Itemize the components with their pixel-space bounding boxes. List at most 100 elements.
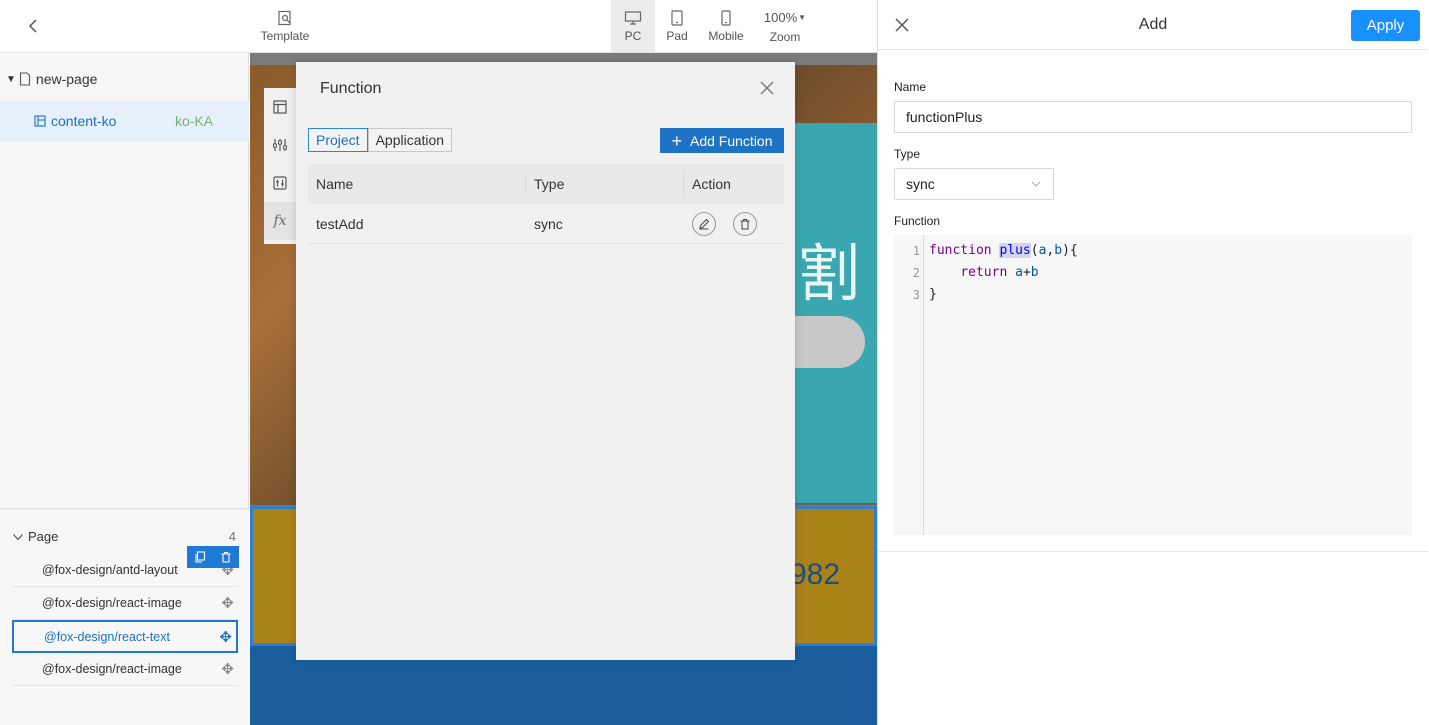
chevron-left-icon <box>28 19 37 33</box>
column-divider <box>525 174 526 194</box>
column-divider <box>683 174 684 194</box>
code-line: function plus(a,b){ <box>929 243 1078 258</box>
function-type-cell: sync <box>534 215 563 232</box>
layout-tool[interactable] <box>264 88 296 126</box>
outline-count: 4 <box>228 529 236 544</box>
column-header-name: Name <box>316 176 354 192</box>
text-block-number: 982 <box>790 558 841 591</box>
device-pc-label: PC <box>624 28 642 43</box>
desktop-icon <box>624 10 642 25</box>
panel-header: Add Apply <box>878 0 1428 50</box>
caret-down-icon[interactable]: ▼ <box>6 74 16 85</box>
settings-tool[interactable] <box>264 164 296 202</box>
panel-divider <box>878 551 1428 552</box>
outline-item-selected[interactable]: @fox-design/react-text ✥ <box>12 620 238 653</box>
outline-item-label: @fox-design/antd-layout <box>42 563 178 577</box>
code-punct: } <box>929 287 937 302</box>
device-mobile-button[interactable]: Mobile <box>702 0 750 52</box>
outline-title: Page <box>28 529 59 544</box>
zoom-dropdown[interactable]: 100% ▼ Zoom <box>756 0 814 52</box>
code-punct: ( <box>1030 243 1039 258</box>
page-layout-icon <box>34 115 46 127</box>
type-select[interactable]: sync <box>894 168 1054 200</box>
line-number: 1 <box>912 244 920 258</box>
code-editor[interactable]: 1 2 3 function plus(a,b){ return a+b } <box>894 235 1412 535</box>
banner-button <box>795 316 865 368</box>
copy-icon[interactable] <box>194 551 206 563</box>
name-label: Name <box>894 80 927 94</box>
edit-button[interactable] <box>692 212 716 236</box>
delete-icon[interactable] <box>220 551 232 563</box>
device-pad-button[interactable]: Pad <box>656 0 698 52</box>
sliders-tool[interactable] <box>264 126 296 164</box>
code-line: } <box>929 287 937 302</box>
drag-move-icon[interactable]: ✥ <box>221 660 234 678</box>
plus-icon: + <box>671 130 682 151</box>
device-pad-label: Pad <box>666 28 688 43</box>
caret-down-icon: ▼ <box>798 13 807 22</box>
code-function-name: plus <box>999 243 1031 258</box>
line-gutter: 1 2 3 <box>894 235 924 535</box>
tree-root-label: new-page <box>35 71 98 87</box>
table-row: testAdd sync <box>308 204 784 244</box>
device-mobile-label: Mobile <box>708 28 744 43</box>
close-button[interactable] <box>760 81 776 97</box>
component-outline: Page 4 @fox-design/antd-layout ✥ @fox-de… <box>0 508 249 725</box>
scope-tabs: Project Application <box>308 128 453 152</box>
function-name-cell: testAdd <box>316 215 364 232</box>
outline-item-label: @fox-design/react-image <box>42 662 182 676</box>
device-pc-button[interactable]: PC <box>611 0 655 52</box>
add-function-label: Add Function <box>690 132 773 149</box>
back-button[interactable] <box>20 12 48 40</box>
side-toolbar: fx <box>264 88 296 244</box>
fx-icon: fx <box>273 213 287 229</box>
apply-button[interactable]: Apply <box>1351 10 1420 41</box>
delete-button[interactable] <box>733 212 757 236</box>
tree-item-content-ko[interactable]: content-ko ko-KA <box>0 101 249 141</box>
code-keyword: return <box>960 265 1008 280</box>
drag-move-icon[interactable]: ✥ <box>219 628 232 646</box>
code-var: a <box>1015 265 1023 280</box>
chevron-down-icon <box>1031 181 1041 187</box>
code-line: return a+b <box>929 265 1038 280</box>
function-table: Name Type Action testAdd sync <box>308 164 784 244</box>
outline-item-label: @fox-design/react-image <box>42 596 182 610</box>
zoom-value: 100% <box>763 10 798 25</box>
outline-item[interactable]: @fox-design/react-image ✥ <box>12 587 238 620</box>
drag-move-icon[interactable]: ✥ <box>221 594 234 612</box>
outline-item-label: @fox-design/react-text <box>44 629 170 644</box>
left-panel: ▼ new-page content-ko ko-KA Page 4 @fox-… <box>0 53 249 725</box>
zoom-label: Zoom <box>769 29 801 44</box>
add-function-panel: Add Apply Name functionPlus Type sync Fu… <box>877 0 1428 725</box>
modal-title: Function <box>320 80 382 97</box>
banner-text: 割 <box>798 237 861 310</box>
add-function-button[interactable]: + Add Function <box>660 128 784 153</box>
template-icon <box>278 10 291 25</box>
edit-icon <box>699 218 710 230</box>
outline-header[interactable]: Page 4 <box>12 529 236 544</box>
tab-project[interactable]: Project <box>308 128 368 152</box>
close-icon <box>895 18 909 32</box>
top-toolbar: Template PC Pad Mobile 100% ▼ Zoom <box>0 0 877 53</box>
close-button[interactable] <box>894 17 910 33</box>
function-modal: Function Project Application + Add Funct… <box>296 62 795 660</box>
close-icon <box>760 81 774 95</box>
tree-item-label: content-ko <box>51 113 117 129</box>
name-field[interactable]: functionPlus <box>894 101 1412 133</box>
template-button[interactable]: Template <box>254 0 316 52</box>
column-header-type: Type <box>534 176 565 192</box>
code-operator: + <box>1022 265 1031 280</box>
function-tool[interactable]: fx <box>264 202 296 240</box>
settings-icon <box>273 176 287 190</box>
function-label: Function <box>894 214 941 228</box>
zoom-value-wrap: 100% ▼ <box>764 9 806 27</box>
tree-root-item[interactable]: ▼ new-page <box>6 71 97 87</box>
layout-icon <box>273 100 287 114</box>
code-punct: ){ <box>1062 243 1078 258</box>
tab-application[interactable]: Application <box>367 128 453 152</box>
mobile-icon <box>721 9 731 26</box>
line-number: 3 <box>912 288 920 302</box>
outline-item-actions <box>187 546 239 568</box>
outline-item[interactable]: @fox-design/react-image ✥ <box>12 653 238 686</box>
